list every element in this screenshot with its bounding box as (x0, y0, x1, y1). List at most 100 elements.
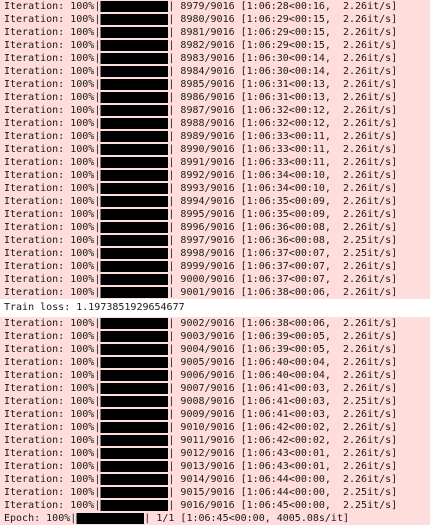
progress-label: Iteration: (4, 92, 65, 103)
progress-label: Iteration: (4, 196, 65, 207)
progress-timing: [1:06:44<00:00, 2.25it/s] (240, 487, 398, 498)
progress-block-2: Iteration: 100% | | 9002/9016 [1:06:38<00:… (0, 317, 430, 525)
progress-timing: [1:06:31<00:13, 2.26it/s] (240, 79, 398, 90)
progress-percent: 100% (70, 370, 95, 381)
progress-count: 8994/9016 (180, 196, 235, 207)
progress-bar (100, 131, 169, 142)
progress-bar (100, 27, 169, 38)
progress-label: Epoch: (4, 513, 41, 524)
iteration-progress-line: Iteration: 100% | | 8994/9016 [1:06:35<00:… (4, 196, 398, 207)
progress-count: 8999/9016 (180, 261, 235, 272)
iteration-progress-line: Iteration: 100% | | 8983/9016 [1:06:30<00:… (4, 53, 398, 64)
progress-bar (76, 513, 145, 524)
progress-timing: [1:06:30<00:14, 2.26it/s] (240, 66, 398, 77)
progress-count: 9015/9016 (180, 487, 235, 498)
progress-bar (100, 1, 169, 12)
progress-count: 8979/9016 (180, 1, 235, 12)
iteration-progress-line: Iteration: 100% | | 8992/9016 [1:06:34<00:… (4, 170, 398, 181)
progress-bar (100, 14, 169, 25)
progress-count: 9000/9016 (180, 274, 235, 285)
progress-count: 9006/9016 (180, 370, 235, 381)
progress-count: 9009/9016 (180, 409, 235, 420)
progress-percent: 100% (70, 66, 95, 77)
progress-percent: 100% (70, 448, 95, 459)
progress-count: 1/1 (156, 513, 175, 524)
progress-timing: [1:06:45<00:00, 4005.08s/it] (180, 513, 349, 524)
progress-label: Iteration: (4, 131, 65, 142)
progress-percent: 100% (70, 261, 95, 272)
progress-percent: 100% (70, 396, 95, 407)
iteration-progress-line: Iteration: 100% | | 9001/9016 [1:06:38<00:… (4, 287, 398, 298)
progress-bar (100, 53, 169, 64)
progress-count: 8998/9016 (180, 248, 235, 259)
progress-label: Iteration: (4, 448, 65, 459)
progress-timing: [1:06:37<00:07, 2.26it/s] (240, 274, 398, 285)
progress-timing: [1:06:36<00:08, 2.25it/s] (240, 235, 398, 246)
progress-percent: 100% (70, 14, 95, 25)
progress-percent: 100% (70, 422, 95, 433)
epoch-progress-line: Epoch: 100% | | 1/1 [1:06:45<00:00, 4005.0… (4, 513, 349, 524)
iteration-progress-line: Iteration: 100% | | 9011/9016 [1:06:42<00:… (4, 435, 398, 446)
progress-label: Iteration: (4, 331, 65, 342)
progress-bar (100, 487, 169, 498)
progress-count: 9013/9016 (180, 461, 235, 472)
progress-bar (100, 235, 169, 246)
iteration-progress-line: Iteration: 100% | | 8986/9016 [1:06:31<00:… (4, 92, 398, 103)
progress-timing: [1:06:39<00:05, 2.26it/s] (240, 344, 398, 355)
progress-label: Iteration: (4, 409, 65, 420)
progress-bar (100, 287, 169, 298)
progress-count: 9016/9016 (180, 500, 235, 511)
progress-timing: [1:06:38<00:06, 2.26it/s] (240, 287, 398, 298)
iteration-progress-line: Iteration: 100% | | 9014/9016 [1:06:44<00:… (4, 474, 398, 485)
progress-label: Iteration: (4, 396, 65, 407)
iteration-progress-line: Iteration: 100% | | 8997/9016 [1:06:36<00:… (4, 235, 398, 246)
progress-bar (100, 248, 169, 259)
progress-label: Iteration: (4, 183, 65, 194)
progress-timing: [1:06:44<00:00, 2.26it/s] (240, 474, 398, 485)
iteration-progress-line: Iteration: 100% | | 9013/9016 [1:06:43<00:… (4, 461, 398, 472)
progress-count: 9010/9016 (180, 422, 235, 433)
progress-percent: 100% (70, 235, 95, 246)
progress-label: Iteration: (4, 461, 65, 472)
progress-count: 8997/9016 (180, 235, 235, 246)
progress-percent: 100% (70, 105, 95, 116)
progress-bar (100, 331, 169, 342)
progress-label: Iteration: (4, 500, 65, 511)
progress-bar (100, 448, 169, 459)
progress-label: Iteration: (4, 370, 65, 381)
progress-bar (100, 209, 169, 220)
progress-percent: 100% (70, 131, 95, 142)
progress-label: Iteration: (4, 209, 65, 220)
progress-timing: [1:06:33<00:11, 2.26it/s] (240, 144, 398, 155)
progress-bar (100, 40, 169, 51)
progress-label: Iteration: (4, 357, 65, 368)
iteration-progress-line: Iteration: 100% | | 8981/9016 [1:06:29<00:… (4, 27, 398, 38)
progress-bar (100, 344, 169, 355)
progress-count: 9001/9016 (180, 287, 235, 298)
progress-percent: 100% (70, 92, 95, 103)
progress-count: 8980/9016 (180, 14, 235, 25)
progress-label: Iteration: (4, 487, 65, 498)
iteration-progress-line: Iteration: 100% | | 9002/9016 [1:06:38<00:… (4, 318, 398, 329)
progress-timing: [1:06:34<00:10, 2.26it/s] (240, 183, 398, 194)
progress-count: 9003/9016 (180, 331, 235, 342)
train-loss-line: Train loss: 1.1973851929654677 (0, 299, 430, 317)
progress-percent: 100% (70, 170, 95, 181)
progress-label: Iteration: (4, 14, 65, 25)
progress-label: Iteration: (4, 170, 65, 181)
progress-percent: 100% (70, 435, 95, 446)
iteration-progress-line: Iteration: 100% | | 8998/9016 [1:06:37<00:… (4, 248, 398, 259)
progress-bar (100, 370, 169, 381)
progress-timing: [1:06:37<00:07, 2.26it/s] (240, 261, 398, 272)
progress-percent: 100% (70, 27, 95, 38)
progress-count: 8982/9016 (180, 40, 235, 51)
progress-bar (100, 383, 169, 394)
progress-percent: 100% (70, 409, 95, 420)
iteration-progress-line: Iteration: 100% | | 9004/9016 [1:06:39<00:… (4, 344, 398, 355)
progress-timing: [1:06:34<00:10, 2.26it/s] (240, 170, 398, 181)
progress-label: Iteration: (4, 235, 65, 246)
progress-bar (100, 461, 169, 472)
progress-timing: [1:06:29<00:15, 2.26it/s] (240, 40, 398, 51)
progress-percent: 100% (70, 209, 95, 220)
progress-label: Iteration: (4, 144, 65, 155)
